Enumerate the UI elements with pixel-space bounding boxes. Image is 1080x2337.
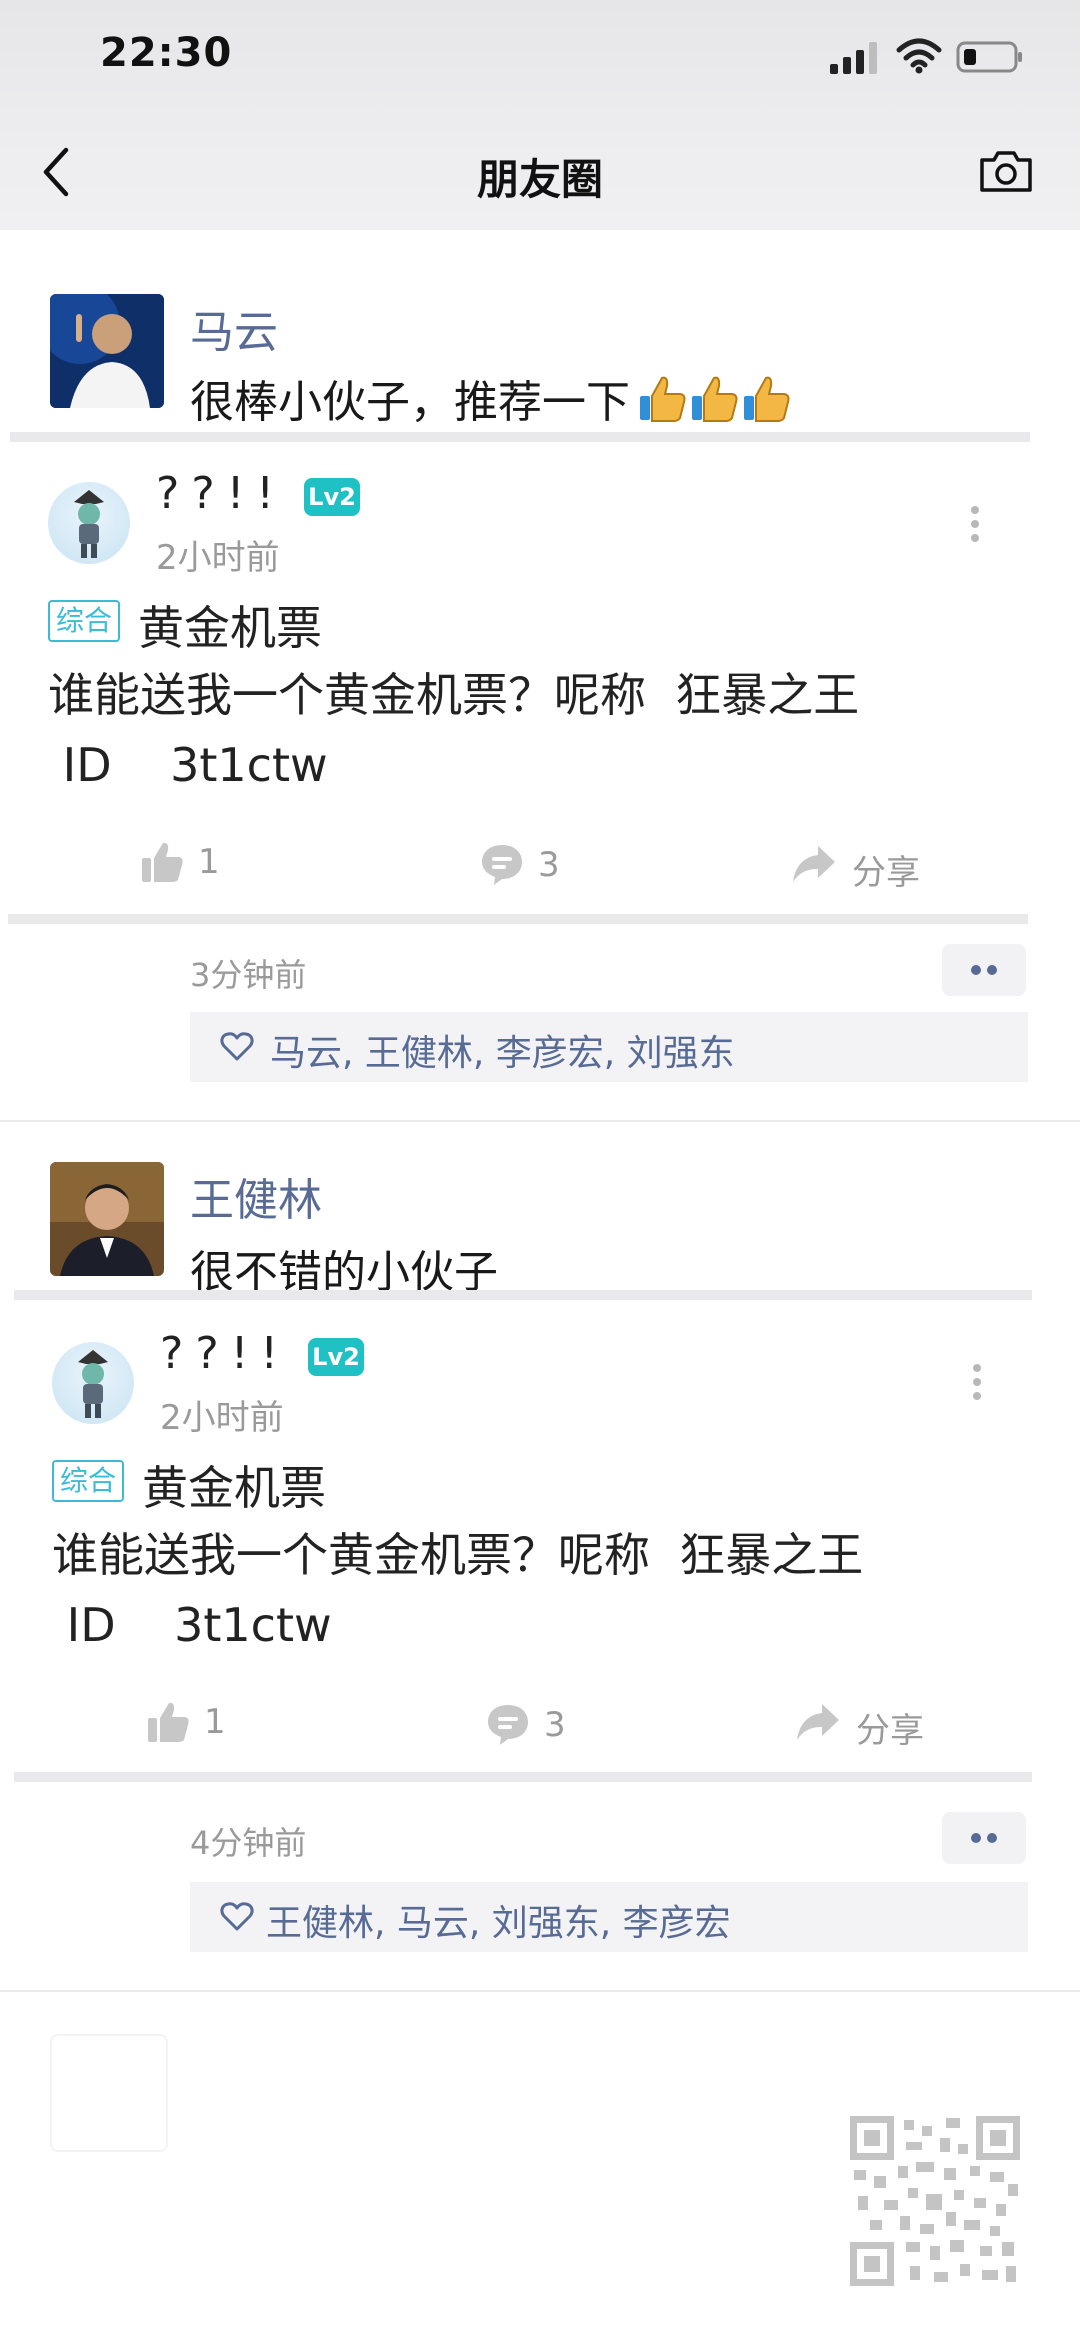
page-title: 朋友圈 <box>476 155 603 204</box>
comment-avatar[interactable] <box>50 1162 164 1276</box>
comment-author[interactable]: 马云 <box>190 296 278 360</box>
like-icon[interactable] <box>146 1700 190 1744</box>
placeholder-avatar <box>50 2034 168 2152</box>
level-badge: Lv2 <box>304 478 360 516</box>
comment-icon[interactable] <box>486 1702 530 1746</box>
comment-text-row: 很棒小伙子，推荐一下 <box>190 366 792 430</box>
separator <box>0 1120 1080 1122</box>
post-body: 谁能送我一个黄金机票？呢称 狂暴之王 ID 3t1ctw <box>52 1528 864 1652</box>
comment-author[interactable]: 王健林 <box>190 1164 322 1228</box>
heart-icon <box>220 1032 254 1061</box>
post-username[interactable]: ??!! <box>160 1328 290 1379</box>
more-button[interactable] <box>942 944 1026 996</box>
comment-count: 3 <box>544 1705 566 1745</box>
thumbs-up-emoji <box>640 376 686 422</box>
likes-list[interactable]: 王健林, 马云, 刘强东, 李彦宏 <box>266 1894 731 1946</box>
comment-avatar[interactable] <box>50 294 164 408</box>
post-time: 2小时前 <box>160 1398 284 1438</box>
like-icon[interactable] <box>140 840 184 884</box>
more-button[interactable] <box>942 1812 1026 1864</box>
post-title: 黄金机票 <box>142 1461 326 1515</box>
category-tag[interactable]: 综合 <box>48 600 121 642</box>
post-time: 2小时前 <box>156 538 280 578</box>
post-title: 黄金机票 <box>138 601 322 655</box>
comment-text: 很棒小伙子，推荐一下 <box>190 377 630 428</box>
share-label[interactable]: 分享 <box>856 1703 924 1752</box>
level-badge: Lv2 <box>308 1338 364 1376</box>
post-body: 谁能送我一个黄金机票？呢称 狂暴之王 ID 3t1ctw <box>48 668 860 792</box>
share-icon[interactable] <box>792 842 836 886</box>
divider <box>14 1290 1032 1300</box>
post-username[interactable]: ??!! <box>156 468 286 519</box>
thumbs-up-emoji <box>692 376 738 422</box>
qr-code <box>850 2116 1020 2286</box>
category-tag[interactable]: 综合 <box>52 1460 125 1502</box>
moment-time: 4分钟前 <box>190 1824 307 1862</box>
divider <box>8 914 1028 924</box>
menu-dots-icon[interactable] <box>971 1362 983 1402</box>
share-icon[interactable] <box>796 1700 840 1744</box>
likes-list[interactable]: 马云, 王健林, 李彦宏, 刘强东 <box>270 1024 735 1076</box>
camera-icon[interactable] <box>978 148 1034 194</box>
separator <box>0 1990 1080 1992</box>
post-avatar[interactable] <box>52 1342 134 1424</box>
battery-icon <box>956 41 1022 73</box>
moment-time: 3分钟前 <box>190 956 307 994</box>
signal-icon <box>830 42 877 74</box>
like-count: 1 <box>204 1702 226 1742</box>
comment-count: 3 <box>538 845 560 885</box>
comment-icon[interactable] <box>480 842 524 886</box>
status-time: 22:30 <box>100 30 233 76</box>
thumbs-up-emoji <box>744 376 790 422</box>
like-count: 1 <box>198 842 220 882</box>
post-avatar[interactable] <box>48 482 130 564</box>
menu-dots-icon[interactable] <box>969 504 981 544</box>
divider <box>10 432 1030 442</box>
wifi-icon <box>896 38 942 74</box>
heart-icon <box>220 1902 254 1931</box>
divider <box>14 1772 1032 1782</box>
share-label[interactable]: 分享 <box>852 845 920 894</box>
